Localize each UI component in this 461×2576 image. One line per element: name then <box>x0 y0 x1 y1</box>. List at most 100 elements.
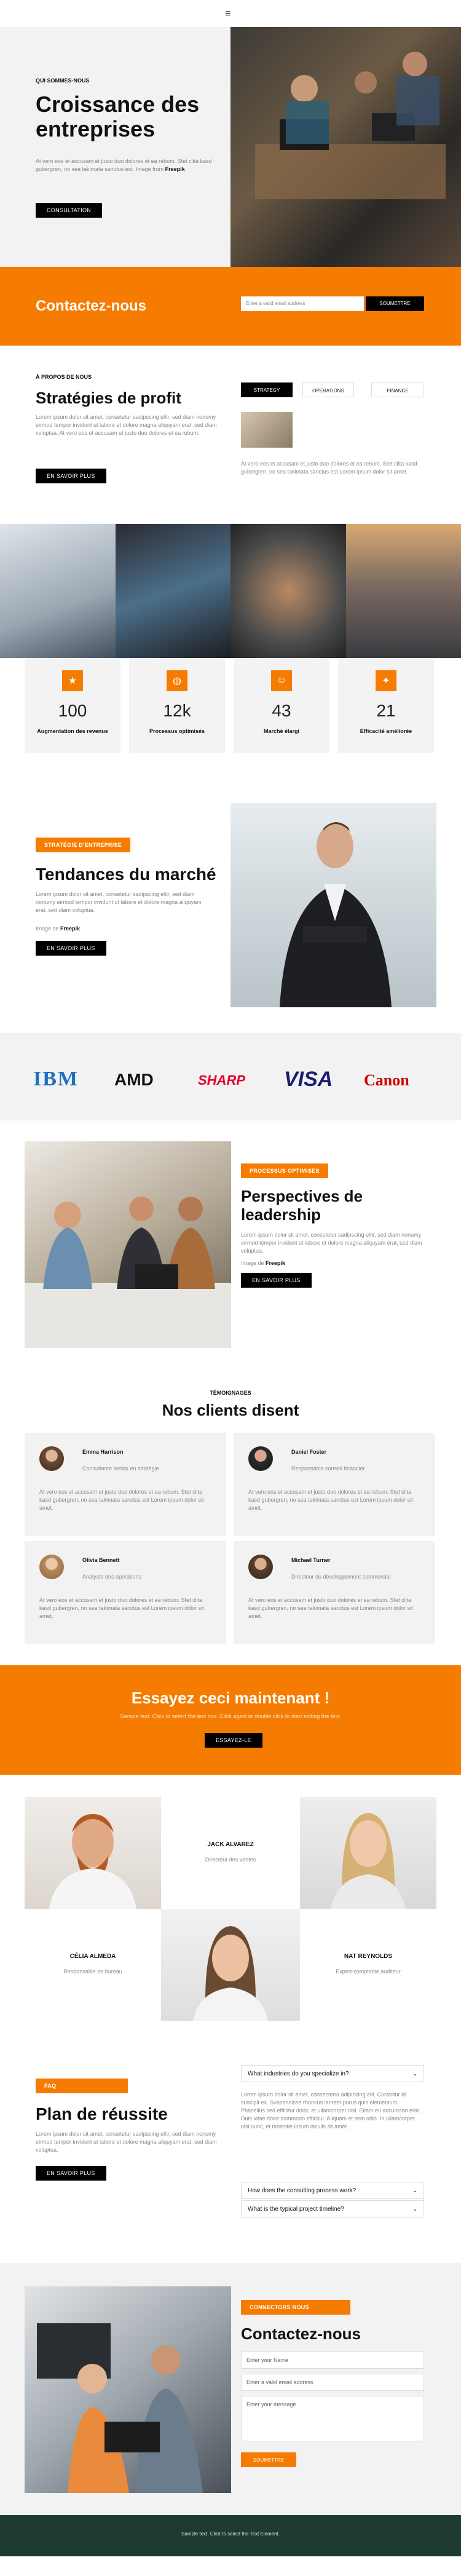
user-icon: ☺ <box>271 670 292 691</box>
testimonials-section: TÉMOIGNAGES Nos clients disent Emma Harr… <box>0 1363 461 1665</box>
team-photo-3 <box>161 1909 300 2021</box>
chevron-down-icon: ⌄ <box>412 2187 417 2194</box>
faq-question-2[interactable]: How does the consulting process work? ⌄ <box>241 2182 424 2199</box>
trends-tag: STRATÉGIE D'ENTREPRISE <box>36 838 131 852</box>
contact-form-section: CONNECTORS NOUS Contactez-nous Enter you… <box>0 2263 461 2515</box>
stat-label: Efficacité améliorée <box>360 728 412 734</box>
faq-tag: FAQ <box>36 2079 128 2093</box>
testimonial-role: Analyste des opérations <box>82 1574 142 1580</box>
tab-text: At vero eos et accusam et justo duo dolo… <box>241 461 417 475</box>
testimonials-title: Nos clients disent <box>162 1401 299 1419</box>
faq-question-1[interactable]: What industries do you specialize in? ⌄ <box>241 2065 424 2082</box>
contact-tag: CONNECTORS NOUS <box>241 2300 350 2315</box>
contact-bar-title: Contactez-nous <box>36 298 146 314</box>
trends-credit: Image de Freepik <box>36 925 81 932</box>
businessman-photo <box>230 803 436 1007</box>
team-card: JACK ALVAREZ Directeur des ventes <box>161 1797 300 1909</box>
testimonial-card: Michael Turner Directeur du développemen… <box>234 1541 435 1644</box>
about-text: Lorem ipsum dolor sit amet, consetetur s… <box>36 414 217 436</box>
stat-card: ◍ 12k Processus optimisés <box>129 658 225 753</box>
try-it-button[interactable]: ESSAYEZ-LE <box>205 1733 262 1748</box>
stat-value: 100 <box>58 701 87 720</box>
testimonial-role: Consultante senior en stratégie <box>82 1465 159 1472</box>
testimonial-quote: At vero eos et accusam et justo duo dolo… <box>248 1597 413 1619</box>
faq-question-3[interactable]: What is the typical project timeline? ⌄ <box>241 2200 424 2217</box>
avatar <box>39 1555 64 1579</box>
about-section: À PROPOS DE NOUS Stratégies de profit Lo… <box>0 346 461 524</box>
freepik-link[interactable]: Freepik <box>165 166 185 172</box>
trends-section: STRATÉGIE D'ENTREPRISE Tendances du marc… <box>0 803 461 1033</box>
star-icon: ★ <box>62 670 83 691</box>
testimonials-eyebrow: TÉMOIGNAGES <box>210 1390 251 1396</box>
consultation-button[interactable]: CONSULTATION <box>36 203 103 218</box>
team-role: Expert-comptable auditeur <box>336 1968 401 1975</box>
testimonial-role: Responsable conseil financier <box>291 1465 365 1472</box>
testimonial-name: Daniel Foster <box>291 1449 327 1455</box>
avatar <box>39 1446 64 1471</box>
submit-form-button[interactable]: SOUMETTRE <box>241 2452 296 2467</box>
submit-button[interactable]: SOUMETTRE <box>366 296 424 311</box>
learn-more-button[interactable]: EN SAVOIR PLUS <box>36 941 106 956</box>
stat-value: 21 <box>376 701 396 720</box>
strip-photo-4 <box>346 524 461 658</box>
team-role: Responsable de bureau <box>63 1968 122 1975</box>
team-name: CÉLIA ALMEDA <box>69 1953 116 1960</box>
stat-label: Processus optimisés <box>149 728 205 734</box>
freepik-link[interactable]: Freepik <box>266 1260 285 1266</box>
tab-operations[interactable]: OPERATIONS <box>302 382 354 397</box>
learn-more-button[interactable]: EN SAVOIR PLUS <box>36 2166 106 2181</box>
testimonial-name: Olivia Bennett <box>82 1557 120 1563</box>
chevron-down-icon: ⌄ <box>412 2206 417 2212</box>
footer: Sample text. Click to select the Text El… <box>0 2515 461 2556</box>
tab-strategy[interactable]: STRATEGY <box>241 382 293 397</box>
strip-photo-3 <box>230 524 346 658</box>
about-title: Stratégies de profit <box>36 389 181 407</box>
stats-section: ★ 100 Augmentation des revenus ◍ 12k Pro… <box>0 658 461 803</box>
image-strip <box>0 524 461 658</box>
trends-text: Lorem ipsum dolor sit amet, consetetur s… <box>36 891 202 913</box>
strip-photo-1 <box>0 524 116 658</box>
leadership-tag: PROCESSUS OPTIMISÉS <box>241 1163 328 1178</box>
learn-more-button[interactable]: EN SAVOIR PLUS <box>241 1273 312 1288</box>
testimonial-card: Emma Harrison Consultante senior en stra… <box>25 1433 226 1536</box>
faq-text: Lorem ipsum dolor sit amet, consetetur s… <box>36 2131 217 2153</box>
contact-title: Contactez-nous <box>241 2324 361 2343</box>
leadership-credit: Image de Freepik <box>241 1260 286 1266</box>
top-nav: ≡ <box>0 0 461 27</box>
team-meeting-image <box>25 1197 231 1348</box>
office-team-image <box>255 52 446 199</box>
faq-title: Plan de réussite <box>36 2104 168 2123</box>
ibm-logo: IBM <box>33 1068 79 1090</box>
hero-text: At vero eos et accusam et justo duo dolo… <box>36 158 212 172</box>
tab-image <box>241 412 293 448</box>
visa-logo: VISA <box>284 1068 333 1091</box>
testimonial-card: Daniel Foster Responsable conseil financ… <box>234 1433 435 1536</box>
testimonial-card: Olivia Bennett Analyste des opérations A… <box>25 1541 226 1644</box>
hero-photo <box>230 27 461 267</box>
email-input[interactable]: Enter a valid email address <box>241 296 364 311</box>
cta-section: Essayez ceci maintenant ! Sample text. C… <box>0 1665 461 1775</box>
contact-bar: Contactez-nous Enter a valid email addre… <box>0 267 461 346</box>
freepik-link[interactable]: Freepik <box>60 925 80 932</box>
leadership-title: Perspectives de leadership <box>241 1187 363 1224</box>
avatar <box>248 1555 273 1579</box>
learn-more-button[interactable]: EN SAVOIR PLUS <box>36 469 106 483</box>
chevron-down-icon: ⌄ <box>412 2071 417 2077</box>
cta-text: Sample text. Click to select the text bo… <box>120 1713 341 1719</box>
email-field[interactable]: Enter a valid email address <box>241 2374 424 2391</box>
cta-title: Essayez ceci maintenant ! <box>131 1689 330 1707</box>
avatar <box>248 1446 273 1471</box>
hamburger-icon[interactable]: ≡ <box>225 9 230 20</box>
stat-card: ☺ 43 Marché élargi <box>234 658 329 753</box>
message-textarea[interactable]: Enter your message <box>241 2396 424 2441</box>
name-input[interactable]: Enter your Name <box>241 2352 424 2369</box>
leadership-section: PROCESSUS OPTIMISÉS Perspectives de lead… <box>0 1120 461 1363</box>
tab-finance[interactable]: FINANCE <box>371 382 424 397</box>
testimonial-name: Emma Harrison <box>82 1449 124 1455</box>
team-name: NAT REYNOLDS <box>344 1953 393 1960</box>
globe-icon: ◍ <box>167 670 187 691</box>
team-card: NAT REYNOLDS Expert-comptable auditeur <box>300 1909 436 2021</box>
team-card: CÉLIA ALMEDA Responsable de bureau <box>25 1909 161 2021</box>
stat-value: 12k <box>163 701 191 720</box>
faq-section: FAQ Plan de réussite Lorem ipsum dolor s… <box>0 2044 461 2263</box>
